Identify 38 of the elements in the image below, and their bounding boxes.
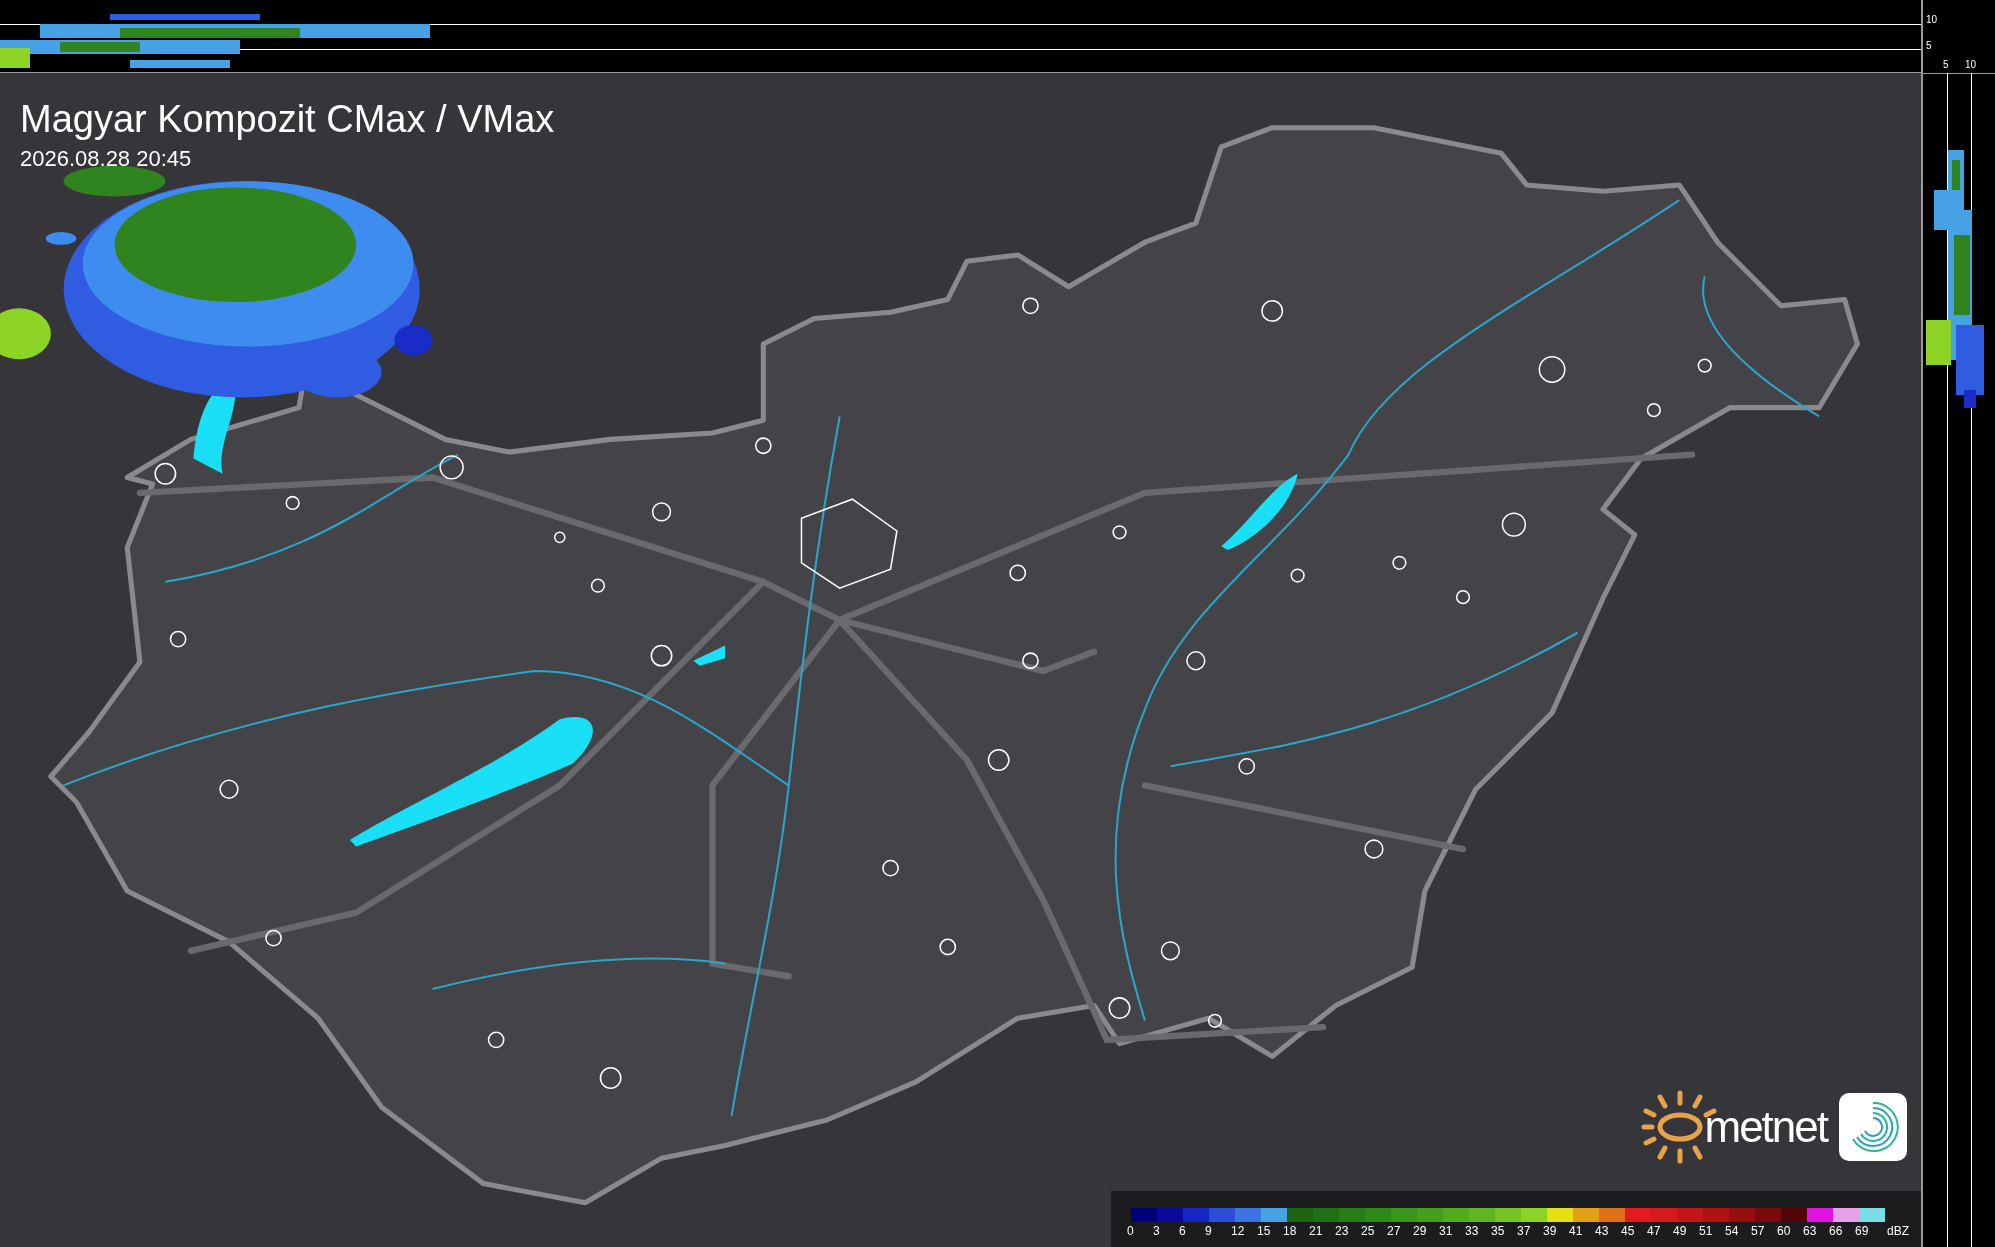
legend-label: 29 — [1413, 1223, 1427, 1240]
legend-label: 25 — [1361, 1223, 1375, 1240]
legend-label: 9 — [1205, 1223, 1212, 1240]
legend-label: 31 — [1439, 1223, 1453, 1240]
legend-unit: dBZ — [1887, 1223, 1909, 1240]
legend-label: 3 — [1153, 1223, 1160, 1240]
legend-label: 21 — [1309, 1223, 1323, 1240]
legend-label: 23 — [1335, 1223, 1349, 1240]
legend-label: 60 — [1777, 1223, 1791, 1240]
logo-text: metnet — [1704, 1102, 1827, 1152]
legend-label: 35 — [1491, 1223, 1505, 1240]
legend-label: 6 — [1179, 1223, 1186, 1240]
legend-label: 57 — [1751, 1223, 1765, 1240]
map-title: Magyar Kompozit CMax / VMax — [20, 96, 555, 142]
legend-label: 69 — [1855, 1223, 1869, 1240]
legend-label: 37 — [1517, 1223, 1531, 1240]
legend-label: 63 — [1803, 1223, 1817, 1240]
legend-label: 51 — [1699, 1223, 1713, 1240]
axis-label: 5 — [1926, 40, 1932, 52]
legend-label: 43 — [1595, 1223, 1609, 1240]
legend-label: 15 — [1257, 1223, 1271, 1240]
legend-label: 18 — [1283, 1223, 1297, 1240]
legend-label: 33 — [1465, 1223, 1479, 1240]
legend-label: 47 — [1647, 1223, 1661, 1240]
legend-label: 49 — [1673, 1223, 1687, 1240]
legend-label: 0 — [1127, 1223, 1134, 1240]
legend-label: 66 — [1829, 1223, 1843, 1240]
legend-label: 27 — [1387, 1223, 1401, 1240]
axis-label: 5 — [1943, 59, 1949, 71]
map-timestamp: 2026.08.28 20:45 — [20, 144, 193, 173]
legend-label: 12 — [1231, 1223, 1245, 1240]
legend-label: 39 — [1543, 1223, 1557, 1240]
axis-label: 10 — [1965, 59, 1977, 71]
legend-label: 54 — [1725, 1223, 1739, 1240]
legend-label: 41 — [1569, 1223, 1583, 1240]
axis-label: 10 — [1926, 14, 1938, 26]
legend-label: 45 — [1621, 1223, 1635, 1240]
app-icon — [1839, 1093, 1907, 1161]
